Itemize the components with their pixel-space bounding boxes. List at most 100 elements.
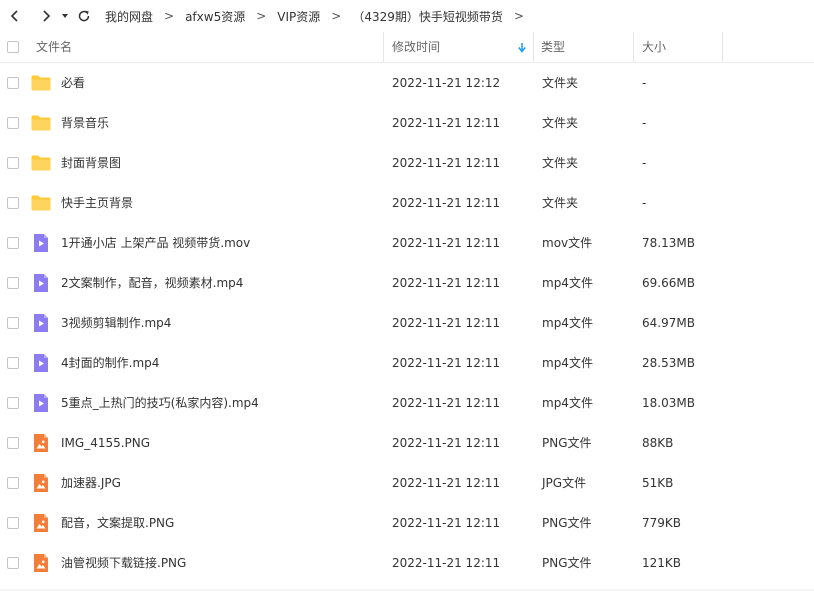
file-type: mp4文件 — [542, 356, 593, 370]
chevron-right-icon — [43, 10, 51, 22]
file-modified-time: 2022-11-21 12:11 — [392, 196, 501, 210]
column-header-modified[interactable]: 修改时间 — [392, 32, 440, 62]
folder-icon — [31, 73, 51, 93]
file-name[interactable]: 3视频剪辑制作.mp4 — [61, 303, 171, 343]
file-name[interactable]: 加速器.JPG — [61, 463, 121, 503]
file-name[interactable]: 2文案制作，配音，视频素材.mp4 — [61, 263, 243, 303]
file-size: 88KB — [642, 436, 674, 450]
file-size: - — [642, 156, 647, 170]
file-size: 28.53MB — [642, 356, 695, 370]
column-divider[interactable] — [383, 32, 384, 62]
file-name[interactable]: 油管视频下载链接.PNG — [61, 543, 186, 583]
breadcrumb-item-my-drive[interactable]: 我的网盘 — [105, 8, 153, 25]
history-dropdown-button[interactable] — [58, 4, 72, 28]
column-divider[interactable] — [533, 32, 534, 62]
file-modified-time: 2022-11-21 12:11 — [392, 236, 501, 250]
file-row[interactable]: 背景音乐 2022-11-21 12:11 文件夹 - — [0, 103, 814, 143]
breadcrumb-item-vip[interactable]: VIP资源 — [277, 8, 320, 25]
row-checkbox[interactable] — [7, 197, 19, 209]
file-size: 779KB — [642, 516, 682, 530]
row-checkbox[interactable] — [7, 237, 19, 249]
file-type: mov文件 — [542, 236, 593, 250]
file-size: 69.66MB — [642, 276, 695, 290]
file-modified-time: 2022-11-21 12:12 — [392, 76, 501, 90]
file-type: PNG文件 — [542, 436, 592, 450]
column-divider[interactable] — [633, 32, 634, 62]
file-type: JPG文件 — [542, 476, 587, 490]
file-name[interactable]: 快手主页背景 — [61, 183, 133, 223]
file-modified-time: 2022-11-21 12:11 — [392, 276, 501, 290]
forward-button[interactable] — [34, 4, 58, 28]
file-row[interactable]: 1开通小店 上架产品 视频带货.mov 2022-11-21 12:11 mov文件… — [0, 223, 814, 263]
breadcrumb-item-afxw5[interactable]: afxw5资源 — [185, 8, 245, 25]
refresh-button[interactable] — [74, 4, 94, 28]
file-modified-time: 2022-11-21 12:11 — [392, 356, 501, 370]
row-checkbox[interactable] — [7, 557, 19, 569]
folder-icon — [31, 113, 51, 133]
file-row[interactable]: 4封面的制作.mp4 2022-11-21 12:11 mp4文件 28.53MB — [0, 343, 814, 383]
file-type: 文件夹 — [542, 76, 579, 90]
row-checkbox[interactable] — [7, 317, 19, 329]
file-list-header: 文件名 修改时间 类型 大小 — [0, 32, 814, 63]
folder-icon — [31, 153, 51, 173]
file-name[interactable]: 必看 — [61, 63, 85, 103]
file-type: mp4文件 — [542, 276, 593, 290]
file-size: 78.13MB — [642, 236, 695, 250]
file-name[interactable]: 配音，文案提取.PNG — [61, 503, 174, 543]
file-row[interactable]: 配音，文案提取.PNG 2022-11-21 12:11 PNG文件 779KB — [0, 503, 814, 543]
navigation-bar: 我的网盘 > afxw5资源 > VIP资源 > （4329期）快手短视频带货 … — [0, 0, 814, 32]
file-row[interactable]: 封面背景图 2022-11-21 12:11 文件夹 - — [0, 143, 814, 183]
column-divider[interactable] — [722, 32, 723, 62]
file-name[interactable]: IMG_4155.PNG — [61, 423, 150, 463]
image-file-icon — [31, 473, 51, 493]
file-row[interactable]: 加速器.JPG 2022-11-21 12:11 JPG文件 51KB — [0, 463, 814, 503]
row-checkbox[interactable] — [7, 437, 19, 449]
row-checkbox[interactable] — [7, 357, 19, 369]
image-file-icon — [31, 433, 51, 453]
row-checkbox[interactable] — [7, 517, 19, 529]
file-row[interactable]: IMG_4155.PNG 2022-11-21 12:11 PNG文件 88KB — [0, 423, 814, 463]
file-modified-time: 2022-11-21 12:11 — [392, 156, 501, 170]
video-file-icon — [31, 273, 51, 293]
row-checkbox[interactable] — [7, 277, 19, 289]
file-name[interactable]: 4封面的制作.mp4 — [61, 343, 159, 383]
row-checkbox[interactable] — [7, 117, 19, 129]
file-modified-time: 2022-11-21 12:11 — [392, 316, 501, 330]
file-row[interactable]: 必看 2022-11-21 12:12 文件夹 - — [0, 63, 814, 103]
file-row[interactable]: 5重点_上热门的技巧(私家内容).mp4 2022-11-21 12:11 mp4文… — [0, 383, 814, 423]
sort-down-arrow-icon[interactable] — [517, 42, 527, 53]
breadcrumb-separator: > — [164, 9, 175, 23]
video-file-icon — [31, 233, 51, 253]
row-checkbox[interactable] — [7, 157, 19, 169]
column-header-name[interactable]: 文件名 — [36, 32, 72, 62]
column-header-type[interactable]: 类型 — [541, 32, 565, 62]
folder-icon — [31, 193, 51, 213]
file-name[interactable]: 1开通小店 上架产品 视频带货.mov — [61, 223, 250, 263]
breadcrumb: 我的网盘 > afxw5资源 > VIP资源 > （4329期）快手短视频带货 … — [105, 8, 535, 25]
file-modified-time: 2022-11-21 12:11 — [392, 476, 501, 490]
column-header-size[interactable]: 大小 — [642, 32, 666, 62]
file-row[interactable]: 快手主页背景 2022-11-21 12:11 文件夹 - — [0, 183, 814, 223]
row-checkbox[interactable] — [7, 77, 19, 89]
select-all-checkbox[interactable] — [7, 41, 19, 53]
row-checkbox[interactable] — [7, 477, 19, 489]
file-name[interactable]: 背景音乐 — [61, 103, 109, 143]
caret-down-icon — [62, 14, 68, 18]
file-type: mp4文件 — [542, 396, 593, 410]
file-type: PNG文件 — [542, 516, 592, 530]
refresh-icon — [78, 10, 90, 22]
file-size: - — [642, 116, 647, 130]
file-row[interactable]: 3视频剪辑制作.mp4 2022-11-21 12:11 mp4文件 64.97MB — [0, 303, 814, 343]
file-name[interactable]: 5重点_上热门的技巧(私家内容).mp4 — [61, 383, 259, 423]
file-modified-time: 2022-11-21 12:11 — [392, 436, 501, 450]
file-type: 文件夹 — [542, 116, 579, 130]
file-row[interactable]: 油管视频下载链接.PNG 2022-11-21 12:11 PNG文件 121KB — [0, 543, 814, 583]
breadcrumb-item-current-folder[interactable]: （4329期）快手短视频带货 — [352, 8, 503, 25]
file-type: PNG文件 — [542, 556, 592, 570]
back-button[interactable] — [3, 4, 27, 28]
file-size: - — [642, 196, 647, 210]
file-row[interactable]: 2文案制作，配音，视频素材.mp4 2022-11-21 12:11 mp4文件 69… — [0, 263, 814, 303]
row-checkbox[interactable] — [7, 397, 19, 409]
file-size: 64.97MB — [642, 316, 695, 330]
file-name[interactable]: 封面背景图 — [61, 143, 121, 183]
